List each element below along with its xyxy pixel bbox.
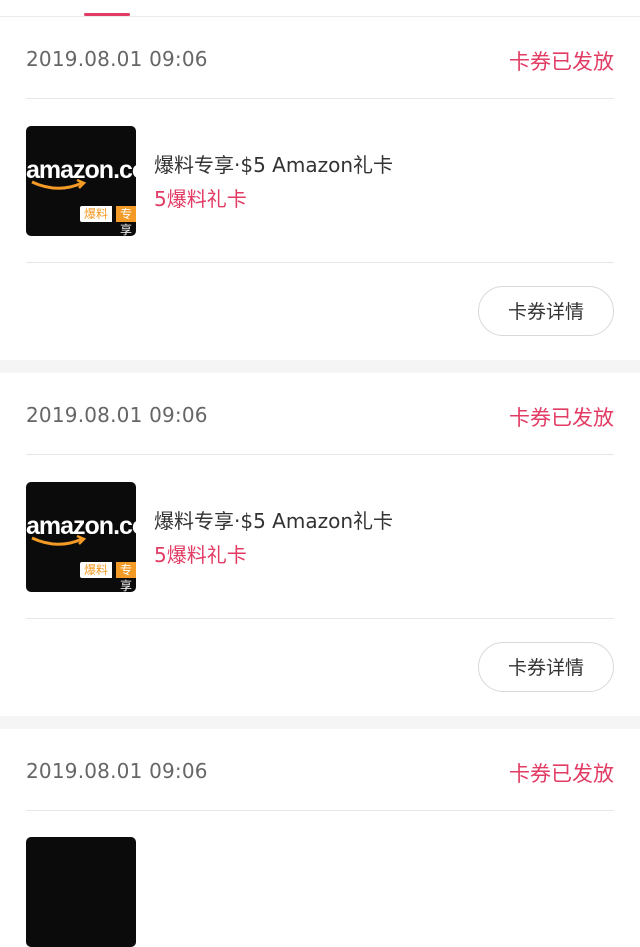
order-footer: 卡券详情 xyxy=(0,263,640,361)
order-header: 2019.08.01 09:06 卡券已发放 xyxy=(26,729,614,811)
amazon-smile-icon xyxy=(31,534,87,546)
product-thumbnail xyxy=(26,837,136,947)
order-date: 2019.08.01 09:06 xyxy=(26,47,208,71)
order-status: 卡券已发放 xyxy=(509,762,614,786)
order-date: 2019.08.01 09:06 xyxy=(26,403,208,427)
product-thumbnail: amazon.com 爆料 专享 xyxy=(26,126,136,236)
card-detail-button[interactable]: 卡券详情 xyxy=(478,642,614,692)
product-title: 爆料专享·$5 Amazon礼卡 xyxy=(154,509,393,533)
order-header: 2019.08.01 09:06 卡券已发放 xyxy=(26,373,614,455)
product-subtitle: 5爆料礼卡 xyxy=(154,543,247,567)
order-item[interactable]: amazon.com 爆料 专享 爆料专享·$5 Amazon礼卡 5爆料礼卡 xyxy=(26,99,614,263)
thumb-tag-zhuanxiang: 专享 xyxy=(116,562,136,592)
amazon-smile-icon xyxy=(31,178,87,190)
product-thumbnail: amazon.com 爆料 专享 xyxy=(26,482,136,592)
order-status: 卡券已发放 xyxy=(509,50,614,74)
order-item[interactable] xyxy=(26,811,614,947)
active-tab-indicator xyxy=(84,13,130,16)
thumb-tag-baoliao: 爆料 xyxy=(80,206,113,222)
card-detail-button[interactable]: 卡券详情 xyxy=(478,286,614,336)
order-item[interactable]: amazon.com 爆料 专享 爆料专享·$5 Amazon礼卡 5爆料礼卡 xyxy=(26,455,614,619)
product-subtitle: 5爆料礼卡 xyxy=(154,187,247,211)
order-header: 2019.08.01 09:06 卡券已发放 xyxy=(26,17,614,99)
order-date: 2019.08.01 09:06 xyxy=(26,759,208,783)
product-title: 爆料专享·$5 Amazon礼卡 xyxy=(154,153,393,177)
order-footer: 卡券详情 xyxy=(0,619,640,717)
order-card: 2019.08.01 09:06 卡券已发放 xyxy=(0,729,640,947)
order-status: 卡券已发放 xyxy=(509,406,614,430)
tab-bar xyxy=(0,0,640,17)
order-card: 2019.08.01 09:06 卡券已发放 amazon.com 爆料 专享 … xyxy=(0,373,640,717)
thumb-tag-zhuanxiang: 专享 xyxy=(116,206,136,236)
thumb-tag-baoliao: 爆料 xyxy=(80,562,113,578)
order-card: 2019.08.01 09:06 卡券已发放 amazon.com 爆料 专享 … xyxy=(0,17,640,361)
